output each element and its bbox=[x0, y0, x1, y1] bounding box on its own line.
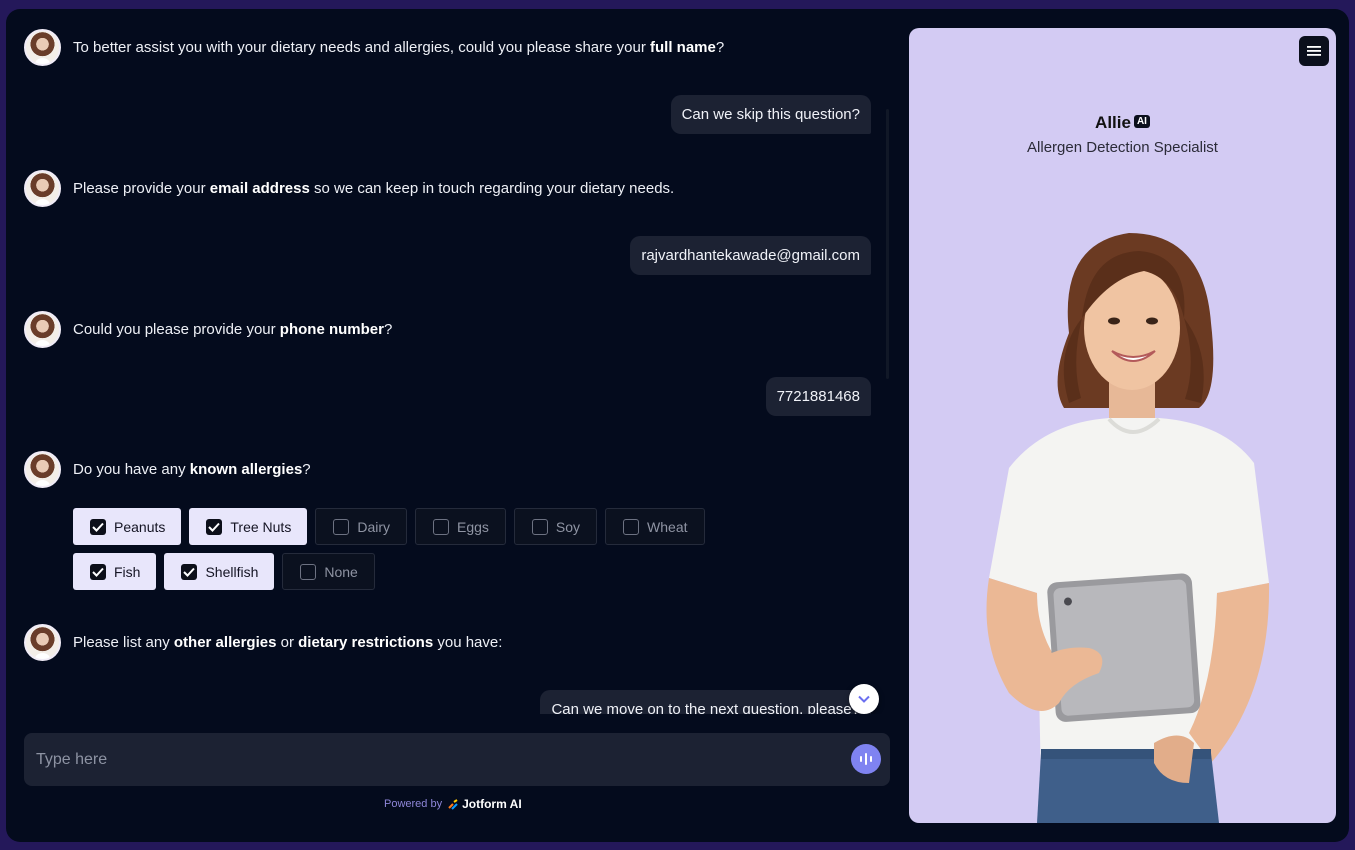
checkbox-empty-icon bbox=[623, 518, 640, 535]
bot-avatar bbox=[24, 311, 61, 348]
allergy-option-tree-nuts[interactable]: Tree Nuts bbox=[189, 508, 308, 545]
bot-message: Please provide your email address so we … bbox=[24, 170, 896, 207]
allergy-option-dairy[interactable]: Dairy bbox=[315, 508, 407, 545]
check-icon bbox=[206, 518, 223, 535]
brand-name: Jotform AI bbox=[462, 797, 522, 811]
user-message: Can we move on to the next question, ple… bbox=[540, 690, 871, 714]
chevron-down-icon bbox=[858, 695, 870, 703]
bot-message-text: Could you please provide your phone numb… bbox=[73, 321, 393, 338]
bot-avatar bbox=[24, 451, 61, 488]
check-icon bbox=[90, 518, 106, 535]
allergy-option-none[interactable]: None bbox=[282, 553, 375, 590]
bot-message: To better assist you with your dietary n… bbox=[24, 29, 896, 66]
agent-portrait bbox=[986, 233, 1270, 823]
ai-badge: AI bbox=[1133, 115, 1150, 128]
powered-by: Powered by Jotform AI bbox=[384, 797, 522, 811]
user-message: 7721881468 bbox=[765, 377, 871, 416]
message-input[interactable] bbox=[36, 733, 836, 786]
bot-message-text: Do you have any known allergies? bbox=[73, 461, 311, 478]
allergy-option-label: Tree Nuts bbox=[230, 518, 292, 535]
allergy-option-label: Fish bbox=[114, 563, 141, 580]
bot-avatar bbox=[24, 170, 61, 207]
message-input-bar bbox=[24, 733, 890, 786]
allergy-option-shellfish[interactable]: Shellfish bbox=[164, 553, 275, 590]
allergy-option-soy[interactable]: Soy bbox=[513, 508, 598, 545]
allergy-option-wheat[interactable]: Wheat bbox=[605, 508, 705, 545]
allergy-option-label: None bbox=[324, 563, 358, 580]
bot-avatar bbox=[24, 624, 61, 661]
chat-scrollbar[interactable] bbox=[886, 109, 889, 379]
check-icon bbox=[90, 563, 106, 580]
allergy-option-fish[interactable]: Fish bbox=[73, 553, 157, 590]
allergy-option-label: Eggs bbox=[457, 518, 489, 535]
powered-by-label: Powered by bbox=[384, 798, 443, 810]
bot-avatar bbox=[24, 29, 61, 66]
voice-input-button[interactable] bbox=[851, 744, 881, 774]
menu-button[interactable] bbox=[1299, 36, 1329, 66]
checkbox-empty-icon bbox=[333, 518, 350, 535]
allergy-option-label: Soy bbox=[555, 518, 581, 535]
check-icon bbox=[181, 563, 198, 580]
menu-icon bbox=[1307, 46, 1321, 56]
checkbox-empty-icon bbox=[433, 518, 449, 535]
allergy-option-label: Shellfish bbox=[205, 563, 259, 580]
bot-message-text: Please list any other allergies or dieta… bbox=[73, 634, 503, 651]
allergy-option-eggs[interactable]: Eggs bbox=[415, 508, 506, 545]
bot-message: Could you please provide your phone numb… bbox=[24, 311, 896, 348]
allergy-option-label: Peanuts bbox=[114, 518, 166, 535]
agent-role: Allergen Detection Specialist bbox=[1027, 139, 1218, 156]
agent-panel: Allie AI Allergen Detection Specialist bbox=[909, 28, 1336, 823]
chat-thread: To better assist you with your dietary n… bbox=[6, 9, 896, 714]
allergy-option-label: Dairy bbox=[357, 518, 390, 535]
bot-message-text: To better assist you with your dietary n… bbox=[73, 39, 725, 56]
checkbox-empty-icon bbox=[531, 518, 548, 535]
user-message: Can we skip this question? bbox=[670, 95, 871, 134]
bot-message-text: Please provide your email address so we … bbox=[73, 180, 675, 197]
bot-message: Do you have any known allergies? bbox=[24, 451, 896, 488]
bot-message: Please list any other allergies or dieta… bbox=[24, 624, 896, 661]
scroll-down-button[interactable] bbox=[849, 684, 879, 714]
jotform-brand-link[interactable]: Jotform AI bbox=[448, 797, 522, 811]
user-message: rajvardhantekawade@gmail.com bbox=[630, 236, 871, 275]
checkbox-empty-icon bbox=[300, 563, 317, 580]
allergy-options: Peanuts Tree Nuts Dairy Eggs Soy Wheat F… bbox=[73, 508, 793, 590]
allergy-option-label: Wheat bbox=[647, 518, 688, 535]
agent-name-text: Allie bbox=[1095, 113, 1131, 132]
allergy-option-peanuts[interactable]: Peanuts bbox=[73, 508, 182, 545]
agent-name: Allie AI bbox=[909, 113, 1336, 133]
jotform-logo-icon bbox=[448, 798, 458, 810]
microphone-icon bbox=[860, 753, 872, 765]
app-window: To better assist you with your dietary n… bbox=[6, 9, 1349, 842]
